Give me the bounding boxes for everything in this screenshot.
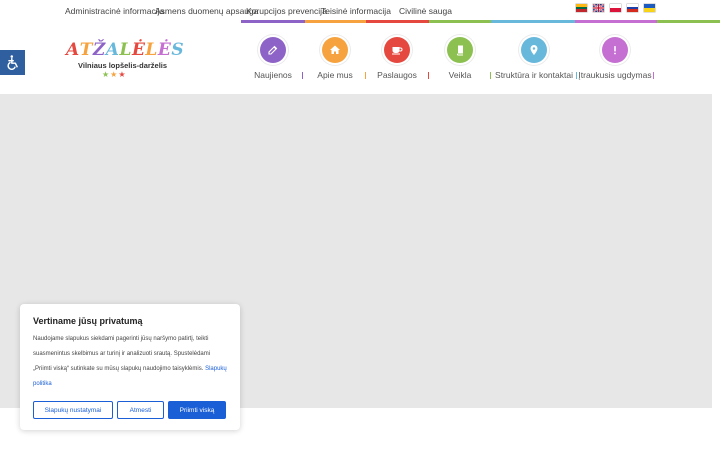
cookie-consent-dialog: Vertiname jūsų privatumą Naudojame slapu…: [20, 304, 240, 430]
top-link-duomenu-apsauga[interactable]: Asmens duomenų apsauga: [155, 6, 259, 16]
nav-struktura[interactable]: Struktūra ir kontaktai: [495, 37, 573, 80]
nav-divider: [490, 72, 491, 79]
flag-ua-icon[interactable]: [644, 4, 655, 12]
cookie-reject-button[interactable]: Atmesti: [117, 401, 164, 419]
color-stripe-red: [366, 20, 429, 23]
cookie-accept-button[interactable]: Priimti viską: [168, 401, 226, 419]
cookie-text: Naudojame slapukus siekdami pagerinti jū…: [33, 332, 229, 392]
alert-icon: [602, 37, 628, 63]
nav-divider: [576, 72, 577, 79]
top-link-teisine[interactable]: Teisinė informacija: [321, 6, 391, 16]
nav-itraukusis-ugdymas[interactable]: Įtraukusis ugdymas: [578, 37, 652, 80]
nav-label: Įtraukusis ugdymas: [578, 70, 652, 80]
nav-naujienos[interactable]: Naujienos: [254, 37, 292, 80]
color-stripe-orange: [305, 20, 366, 23]
top-link-administracine[interactable]: Administracinė informacija: [65, 6, 164, 16]
flag-pl-icon[interactable]: [610, 4, 621, 12]
logo-subtitle: Vilniaus lopšelis-darželis: [78, 61, 168, 70]
nav-veikla[interactable]: Veikla: [446, 37, 474, 80]
cookie-body: Naudojame slapukus siekdami pagerinti jū…: [33, 336, 211, 372]
nav-divider: [365, 72, 366, 79]
language-switcher: [576, 4, 655, 13]
book-icon: [447, 37, 473, 63]
top-navigation: Administracinė informacija Asmens duomen…: [0, 0, 720, 23]
top-link-korupcijos[interactable]: Korupcijos prevencija: [246, 6, 327, 16]
edit-icon: [260, 37, 286, 63]
cookie-title: Vertiname jūsų privatumą: [33, 316, 143, 326]
flag-ru-icon[interactable]: [627, 4, 638, 13]
logo-stars: ★★★: [102, 70, 127, 79]
flag-en-icon[interactable]: [593, 4, 604, 12]
site-logo[interactable]: ATŽALĖLĖS Vilniaus lopšelis-darželis ★★★: [62, 40, 184, 82]
nav-divider: [302, 72, 303, 79]
top-link-civiline-sauga[interactable]: Civilinė sauga: [399, 6, 452, 16]
cup-icon: [384, 37, 410, 63]
cookie-settings-button[interactable]: Slapukų nustatymai: [33, 401, 113, 419]
accessibility-icon: [7, 55, 18, 70]
color-stripe-violet: [575, 20, 657, 23]
nav-label: Apie mus: [317, 70, 353, 80]
nav-paslaugos[interactable]: Paslaugos: [377, 37, 417, 80]
nav-label: Veikla: [448, 70, 472, 80]
color-stripe-green-2: [657, 20, 720, 23]
accessibility-button[interactable]: [0, 50, 25, 75]
nav-label: Naujienos: [254, 70, 292, 80]
flag-lt-icon[interactable]: [576, 4, 587, 13]
nav-label: Struktūra ir kontaktai: [495, 70, 573, 80]
nav-divider: [428, 72, 429, 79]
color-stripe-purple: [241, 20, 305, 23]
nav-apie-mus[interactable]: Apie mus: [317, 37, 353, 80]
color-stripe-blue: [491, 20, 575, 23]
nav-label: Paslaugos: [377, 70, 417, 80]
nav-divider: [653, 72, 654, 79]
location-icon: [521, 37, 547, 63]
color-stripe-green: [429, 20, 491, 23]
logo-title: ATŽALĖLĖS: [66, 40, 185, 60]
home-icon: [322, 37, 348, 63]
